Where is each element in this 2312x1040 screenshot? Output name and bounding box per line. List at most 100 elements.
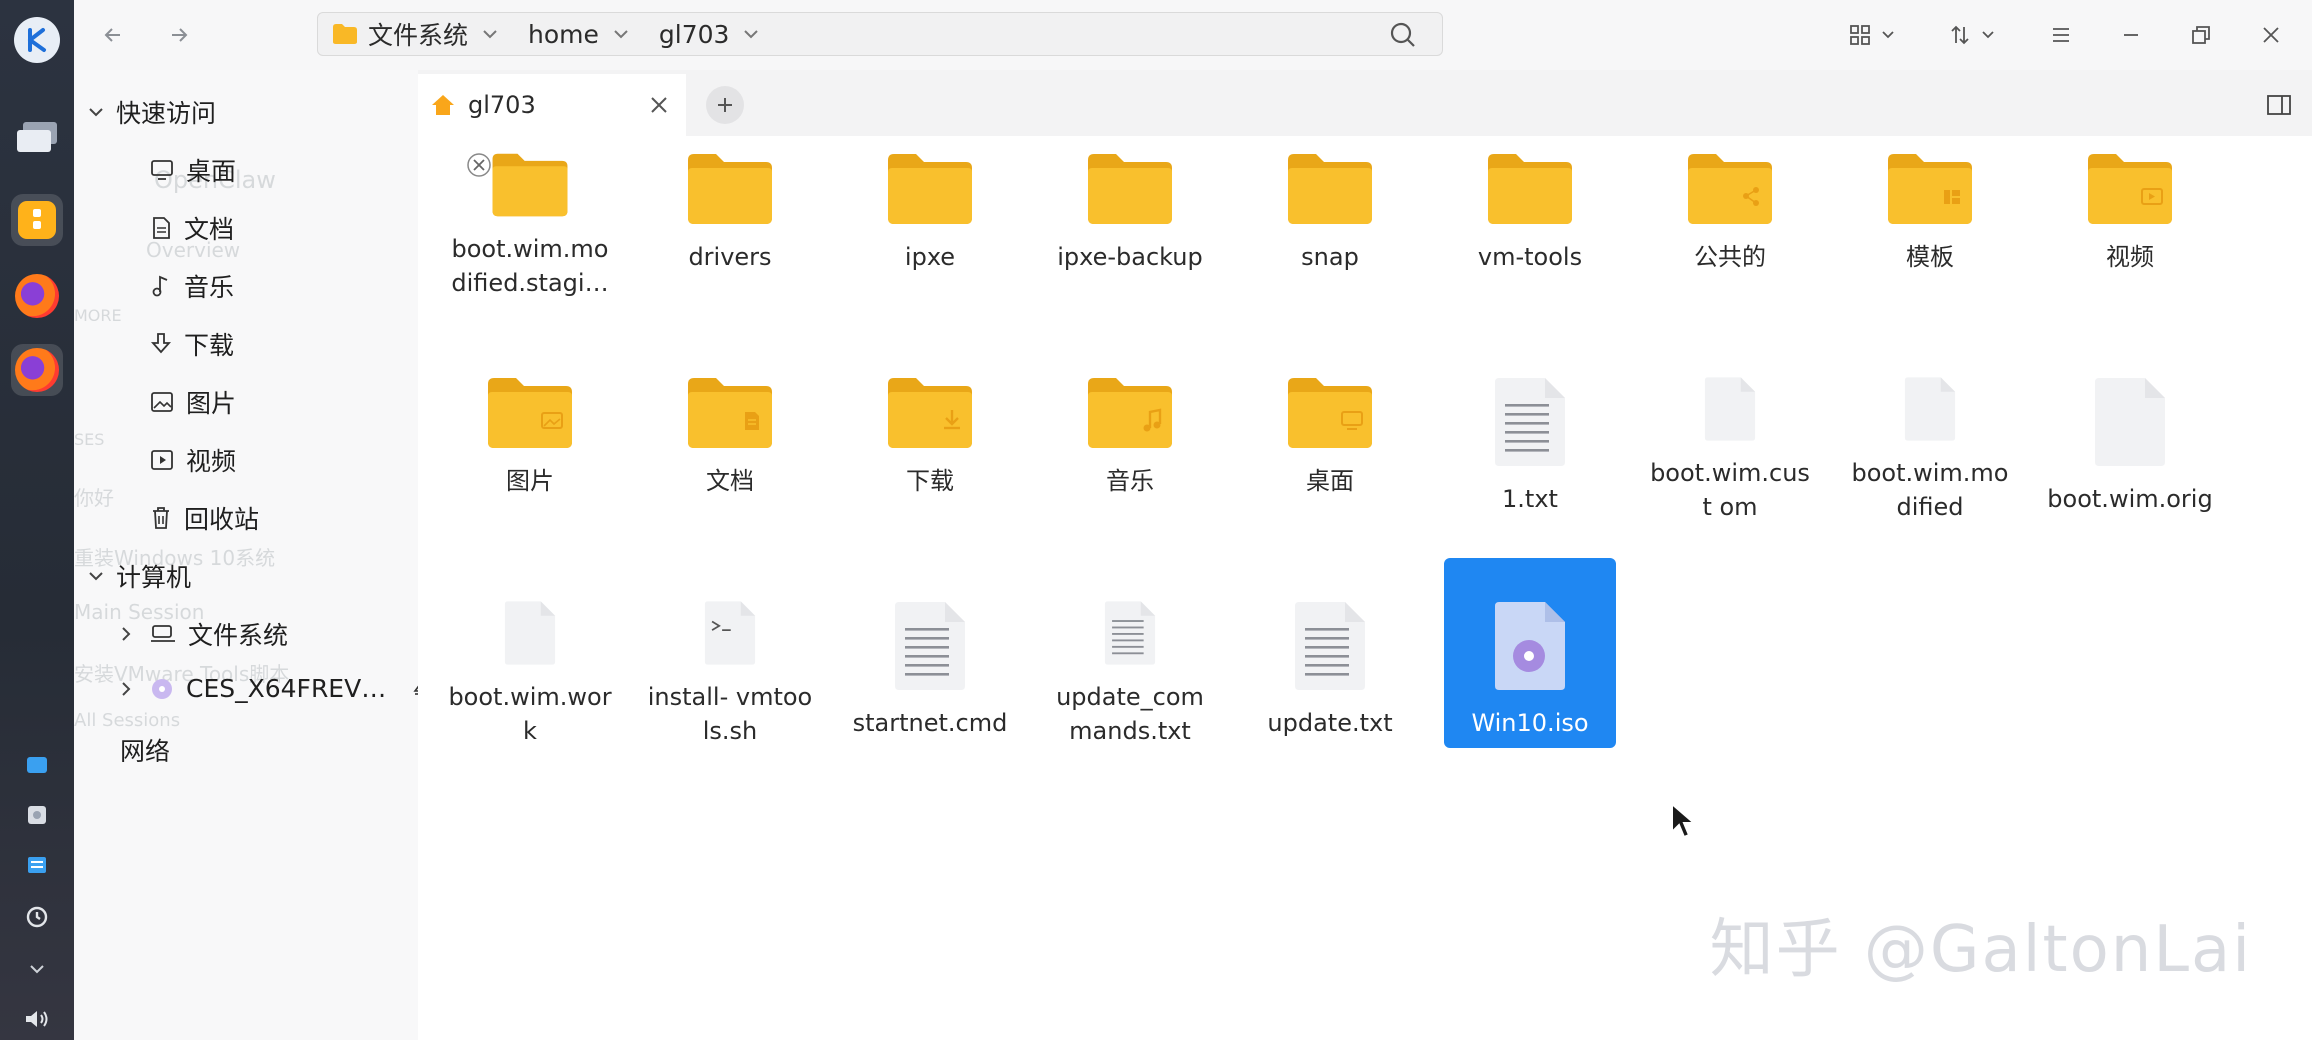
breadcrumb[interactable]: 文件系统 home gl703 xyxy=(317,12,1443,56)
folder-icon xyxy=(888,154,972,224)
ghost-text: All Sessions xyxy=(74,710,181,731)
sidebar-item-desktop[interactable]: 桌面 xyxy=(150,152,236,188)
dock-desktop-button[interactable] xyxy=(11,112,63,164)
close-icon xyxy=(2263,27,2279,43)
dock-firefox-button[interactable] xyxy=(11,270,63,322)
file-item[interactable]: Win10.iso xyxy=(1444,558,1616,748)
launcher-button[interactable] xyxy=(11,14,63,66)
view-mode-button[interactable] xyxy=(1842,16,1902,54)
file-name: snap xyxy=(1301,243,1359,271)
dock-firefox-button-2[interactable] xyxy=(11,344,63,396)
file-item[interactable]: startnet.cmd xyxy=(844,558,1016,748)
file-name: install- vmtools.sh xyxy=(647,683,813,745)
folder-item[interactable]: vm-tools xyxy=(1444,110,1616,300)
file-name: ipxe xyxy=(904,243,956,271)
file-item[interactable]: update_com mands.txt xyxy=(1044,558,1216,748)
volume-icon[interactable] xyxy=(24,1006,50,1032)
optical-disc-icon xyxy=(152,678,172,699)
restore-icon xyxy=(2192,26,2210,44)
network-header[interactable]: 网络 xyxy=(120,732,170,768)
remove-selection-button[interactable] xyxy=(466,152,492,182)
file-manager-icon xyxy=(18,201,56,239)
arrow-right-icon xyxy=(172,28,188,42)
file-item[interactable]: boot.wim.cust om xyxy=(1644,334,1816,524)
blank-file-icon xyxy=(504,601,556,665)
sidebar-item-filesystem[interactable]: 文件系统 xyxy=(120,616,288,652)
folder-item[interactable]: 图片 xyxy=(444,334,616,524)
quick-access-header[interactable]: 快速访问 xyxy=(88,94,216,130)
file-item[interactable]: boot.wim.wor k xyxy=(444,558,616,748)
breadcrumb-item-home[interactable]: home xyxy=(512,12,643,56)
tray-history-icon[interactable] xyxy=(24,904,50,930)
chevron-right-icon[interactable] xyxy=(120,626,132,642)
file-item[interactable]: install- vmtools.sh xyxy=(644,558,816,748)
sidebar-item-documents[interactable]: 文档 xyxy=(150,210,234,246)
file-item[interactable]: 1.txt xyxy=(1444,334,1616,524)
sort-button[interactable] xyxy=(1942,16,2002,54)
folder-icon xyxy=(688,378,772,448)
maximize-button[interactable] xyxy=(2182,16,2220,54)
file-name: startnet.cmd xyxy=(852,709,1008,737)
sidebar-item-pictures[interactable]: 图片 xyxy=(150,384,236,420)
trash-icon xyxy=(153,507,169,529)
sidebar-item-music[interactable]: 音乐 xyxy=(150,268,234,304)
watermark: 知乎 @GaltonLai xyxy=(1709,913,2252,987)
folder-item[interactable]: 下载 xyxy=(844,334,1016,524)
folder-item[interactable]: ipxe xyxy=(844,110,1016,300)
dock-file-manager-button[interactable] xyxy=(11,194,63,246)
file-view[interactable]: boot.wim.mo dified.stagi… drivers ipxe ipxe… xyxy=(418,136,2312,1040)
document-icon xyxy=(153,217,170,239)
sidebar-item-downloads[interactable]: 下载 xyxy=(150,326,234,362)
text-file-icon xyxy=(1295,602,1365,690)
split-panel-icon xyxy=(2267,95,2291,115)
folder-item[interactable]: drivers xyxy=(644,110,816,300)
breadcrumb-item-gl703[interactable]: gl703 xyxy=(643,12,774,56)
forward-button[interactable] xyxy=(160,16,198,54)
file-item[interactable]: update.txt xyxy=(1244,558,1416,748)
folder-item[interactable]: 桌面 xyxy=(1244,334,1416,524)
chevron-down-icon[interactable] xyxy=(482,28,498,40)
folder-item[interactable]: 公共的 xyxy=(1644,110,1816,300)
sidebar-item-trash[interactable]: 回收站 xyxy=(150,500,259,536)
folder-item[interactable]: 音乐 xyxy=(1044,334,1216,524)
file-item[interactable]: boot.wim.orig xyxy=(2044,334,2216,524)
close-circle-icon xyxy=(467,153,491,177)
breadcrumb-item-filesystem[interactable]: 文件系统 xyxy=(358,12,512,56)
menu-button[interactable] xyxy=(2042,16,2080,54)
disc-image-icon xyxy=(1495,602,1565,690)
file-name: boot.wim.cust om xyxy=(1650,459,1810,521)
split-view-button[interactable] xyxy=(2266,94,2292,120)
folder-item[interactable]: ipxe-backup xyxy=(1044,110,1216,300)
file-name: 音乐 xyxy=(1106,467,1154,495)
blank-file-icon xyxy=(1704,377,1756,441)
search-button[interactable] xyxy=(1384,16,1422,54)
tray-network-icon[interactable] xyxy=(24,852,50,878)
file-name: Win10.iso xyxy=(1471,709,1589,737)
chevron-down-icon xyxy=(89,572,103,581)
folder-item[interactable]: 视频 xyxy=(2044,110,2216,300)
sidebar-item-cdrom[interactable]: CES_X64FREV… xyxy=(120,674,418,703)
sidebar-item-videos[interactable]: 视频 xyxy=(150,442,236,478)
minimize-button[interactable] xyxy=(2112,16,2150,54)
tray-expand-icon[interactable] xyxy=(24,956,50,982)
chevron-down-icon[interactable] xyxy=(613,28,629,40)
text-file-icon xyxy=(895,602,965,690)
computer-header[interactable]: 计算机 xyxy=(88,558,191,594)
folder-item[interactable]: boot.wim.mo dified.stagi… xyxy=(444,110,616,300)
launcher-icon xyxy=(14,17,60,63)
folder-icon xyxy=(688,154,772,224)
tray-app-icon[interactable] xyxy=(24,752,50,778)
file-name: 模板 xyxy=(1906,243,1954,271)
file-name: 视频 xyxy=(2106,243,2154,271)
chevron-down-icon[interactable] xyxy=(743,28,759,40)
harddisk-icon xyxy=(151,625,175,642)
file-name: 下载 xyxy=(906,467,954,495)
back-button[interactable] xyxy=(94,16,132,54)
chevron-right-icon[interactable] xyxy=(120,681,132,697)
folder-item[interactable]: snap xyxy=(1244,110,1416,300)
close-button[interactable] xyxy=(2252,16,2290,54)
folder-item[interactable]: 模板 xyxy=(1844,110,2016,300)
tray-disk-icon[interactable] xyxy=(24,802,50,828)
folder-item[interactable]: 文档 xyxy=(644,334,816,524)
file-item[interactable]: boot.wim.mo dified xyxy=(1844,334,2016,524)
